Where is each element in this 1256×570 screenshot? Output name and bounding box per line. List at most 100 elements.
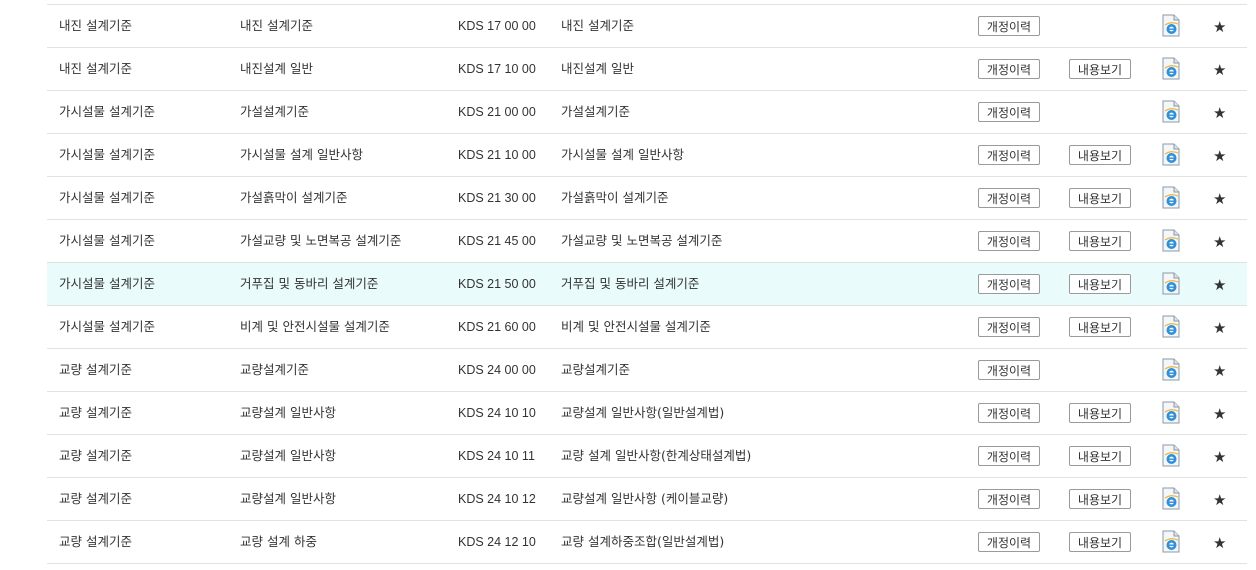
code-cell: KDS 24 10 11 — [458, 449, 535, 463]
document-ie-icon[interactable] — [1162, 401, 1180, 424]
title-cell[interactable]: 내진설계 일반 — [561, 48, 634, 90]
table-row: 교량 설계기준 교량설계 일반사항 KDS 24 10 11 교량 설계 일반사… — [47, 435, 1247, 478]
subcategory-cell[interactable]: 가설흙막이 설계기준 — [240, 177, 347, 219]
star-icon[interactable]: ★ — [1213, 521, 1226, 563]
revision-history-button[interactable]: 개정이력 — [978, 403, 1040, 423]
category-cell: 가시설물 설계기준 — [59, 104, 155, 119]
revision-history-button[interactable]: 개정이력 — [978, 188, 1040, 208]
title-cell[interactable]: 가설교량 및 노면복공 설계기준 — [561, 220, 722, 262]
document-ie-icon[interactable] — [1162, 143, 1180, 166]
view-content-button[interactable]: 내용보기 — [1069, 489, 1131, 509]
category-cell: 내진 설계기준 — [59, 61, 132, 76]
title-cell[interactable]: 거푸집 및 동바리 설계기준 — [561, 263, 699, 305]
revision-history-button[interactable]: 개정이력 — [978, 231, 1040, 251]
star-icon[interactable]: ★ — [1213, 306, 1226, 348]
subcategory-cell[interactable]: 교량설계 일반사항 — [240, 478, 336, 520]
view-content-button[interactable]: 내용보기 — [1069, 403, 1131, 423]
star-icon[interactable]: ★ — [1213, 392, 1226, 434]
code-cell: KDS 21 60 00 — [458, 320, 536, 334]
code-cell: KDS 24 12 10 — [458, 535, 536, 549]
star-icon[interactable]: ★ — [1213, 263, 1226, 305]
subcategory-cell[interactable]: 내진설계 일반 — [240, 48, 313, 90]
revision-history-button[interactable]: 개정이력 — [978, 145, 1040, 165]
category-cell: 가시설물 설계기준 — [59, 319, 155, 334]
revision-history-button[interactable]: 개정이력 — [978, 59, 1040, 79]
title-cell[interactable]: 가설흙막이 설계기준 — [561, 177, 668, 219]
subcategory-cell[interactable]: 교량설계 일반사항 — [240, 392, 336, 434]
view-content-button[interactable]: 내용보기 — [1069, 188, 1131, 208]
document-ie-icon[interactable] — [1162, 100, 1180, 123]
table-row: 가시설물 설계기준 거푸집 및 동바리 설계기준 KDS 21 50 00 거푸… — [47, 263, 1247, 306]
view-content-button[interactable]: 내용보기 — [1069, 317, 1131, 337]
star-icon[interactable]: ★ — [1213, 349, 1226, 391]
table-row: 가시설물 설계기준 가시설물 설계 일반사항 KDS 21 10 00 가시설물… — [47, 134, 1247, 177]
title-cell[interactable]: 비계 및 안전시설물 설계기준 — [561, 306, 711, 348]
revision-history-button[interactable]: 개정이력 — [978, 446, 1040, 466]
title-cell[interactable]: 교량 설계하중조합(일반설계법) — [561, 521, 724, 563]
view-content-button[interactable]: 내용보기 — [1069, 532, 1131, 552]
star-icon[interactable]: ★ — [1213, 177, 1226, 219]
table-row: 가시설물 설계기준 가설설계기준 KDS 21 00 00 가설설계기준 개정이… — [47, 91, 1247, 134]
code-cell: KDS 24 10 10 — [458, 406, 536, 420]
document-ie-icon[interactable] — [1162, 530, 1180, 553]
code-cell: KDS 21 50 00 — [458, 277, 536, 291]
code-cell: KDS 21 00 00 — [458, 105, 536, 119]
view-content-button[interactable]: 내용보기 — [1069, 274, 1131, 294]
document-ie-icon[interactable] — [1162, 186, 1180, 209]
title-cell[interactable]: 교량설계기준 — [561, 349, 630, 391]
table-row: 교량 설계기준 교량설계 일반사항 KDS 24 10 12 교량설계 일반사항… — [47, 478, 1247, 521]
document-ie-icon[interactable] — [1162, 358, 1180, 381]
table-row: 가시설물 설계기준 비계 및 안전시설물 설계기준 KDS 21 60 00 비… — [47, 306, 1247, 349]
document-ie-icon[interactable] — [1162, 57, 1180, 80]
star-icon[interactable]: ★ — [1213, 478, 1226, 520]
star-icon[interactable]: ★ — [1213, 5, 1226, 47]
document-ie-icon[interactable] — [1162, 315, 1180, 338]
revision-history-button[interactable]: 개정이력 — [978, 360, 1040, 380]
revision-history-button[interactable]: 개정이력 — [978, 489, 1040, 509]
table-row: 교량 설계기준 교량 설계 하중 KDS 24 12 10 교량 설계하중조합(… — [47, 521, 1247, 564]
revision-history-button[interactable]: 개정이력 — [978, 102, 1040, 122]
star-icon[interactable]: ★ — [1213, 91, 1226, 133]
code-cell: KDS 21 10 00 — [458, 148, 536, 162]
subcategory-cell[interactable]: 비계 및 안전시설물 설계기준 — [240, 306, 390, 348]
title-cell[interactable]: 가시설물 설계 일반사항 — [561, 134, 684, 176]
view-content-button[interactable]: 내용보기 — [1069, 231, 1131, 251]
title-cell[interactable]: 교량 설계 일반사항(한계상태설계법) — [561, 435, 751, 477]
document-ie-icon[interactable] — [1162, 487, 1180, 510]
revision-history-button[interactable]: 개정이력 — [978, 532, 1040, 552]
category-cell: 교량 설계기준 — [59, 448, 132, 463]
revision-history-button[interactable]: 개정이력 — [978, 16, 1040, 36]
subcategory-cell[interactable]: 가시설물 설계 일반사항 — [240, 134, 363, 176]
star-icon[interactable]: ★ — [1213, 220, 1226, 262]
revision-history-button[interactable]: 개정이력 — [978, 274, 1040, 294]
standards-table: 내진 설계기준 내진 설계기준 KDS 17 00 00 내진 설계기준 개정이… — [47, 4, 1247, 564]
title-cell[interactable]: 가설설계기준 — [561, 91, 630, 133]
star-icon[interactable]: ★ — [1213, 134, 1226, 176]
star-icon[interactable]: ★ — [1213, 48, 1226, 90]
title-cell[interactable]: 교량설계 일반사항(일반설계법) — [561, 392, 724, 434]
document-ie-icon[interactable] — [1162, 14, 1180, 37]
subcategory-cell[interactable]: 가설설계기준 — [240, 91, 309, 133]
subcategory-cell[interactable]: 거푸집 및 동바리 설계기준 — [240, 263, 378, 305]
subcategory-cell[interactable]: 내진 설계기준 — [240, 5, 313, 47]
document-ie-icon[interactable] — [1162, 229, 1180, 252]
view-content-button[interactable]: 내용보기 — [1069, 59, 1131, 79]
subcategory-cell[interactable]: 교량설계기준 — [240, 349, 309, 391]
code-cell: KDS 17 10 00 — [458, 62, 536, 76]
title-cell[interactable]: 교량설계 일반사항 (케이블교량) — [561, 478, 728, 520]
view-content-button[interactable]: 내용보기 — [1069, 446, 1131, 466]
code-cell: KDS 21 30 00 — [458, 191, 536, 205]
subcategory-cell[interactable]: 가설교량 및 노면복공 설계기준 — [240, 220, 401, 262]
star-icon[interactable]: ★ — [1213, 435, 1226, 477]
table-row: 교량 설계기준 교량설계기준 KDS 24 00 00 교량설계기준 개정이력 … — [47, 349, 1247, 392]
code-cell: KDS 24 00 00 — [458, 363, 536, 377]
view-content-button[interactable]: 내용보기 — [1069, 145, 1131, 165]
category-cell: 교량 설계기준 — [59, 362, 132, 377]
subcategory-cell[interactable]: 교량 설계 하중 — [240, 521, 317, 563]
revision-history-button[interactable]: 개정이력 — [978, 317, 1040, 337]
subcategory-cell[interactable]: 교량설계 일반사항 — [240, 435, 336, 477]
document-ie-icon[interactable] — [1162, 272, 1180, 295]
document-ie-icon[interactable] — [1162, 444, 1180, 467]
title-cell[interactable]: 내진 설계기준 — [561, 5, 634, 47]
category-cell: 가시설물 설계기준 — [59, 147, 155, 162]
